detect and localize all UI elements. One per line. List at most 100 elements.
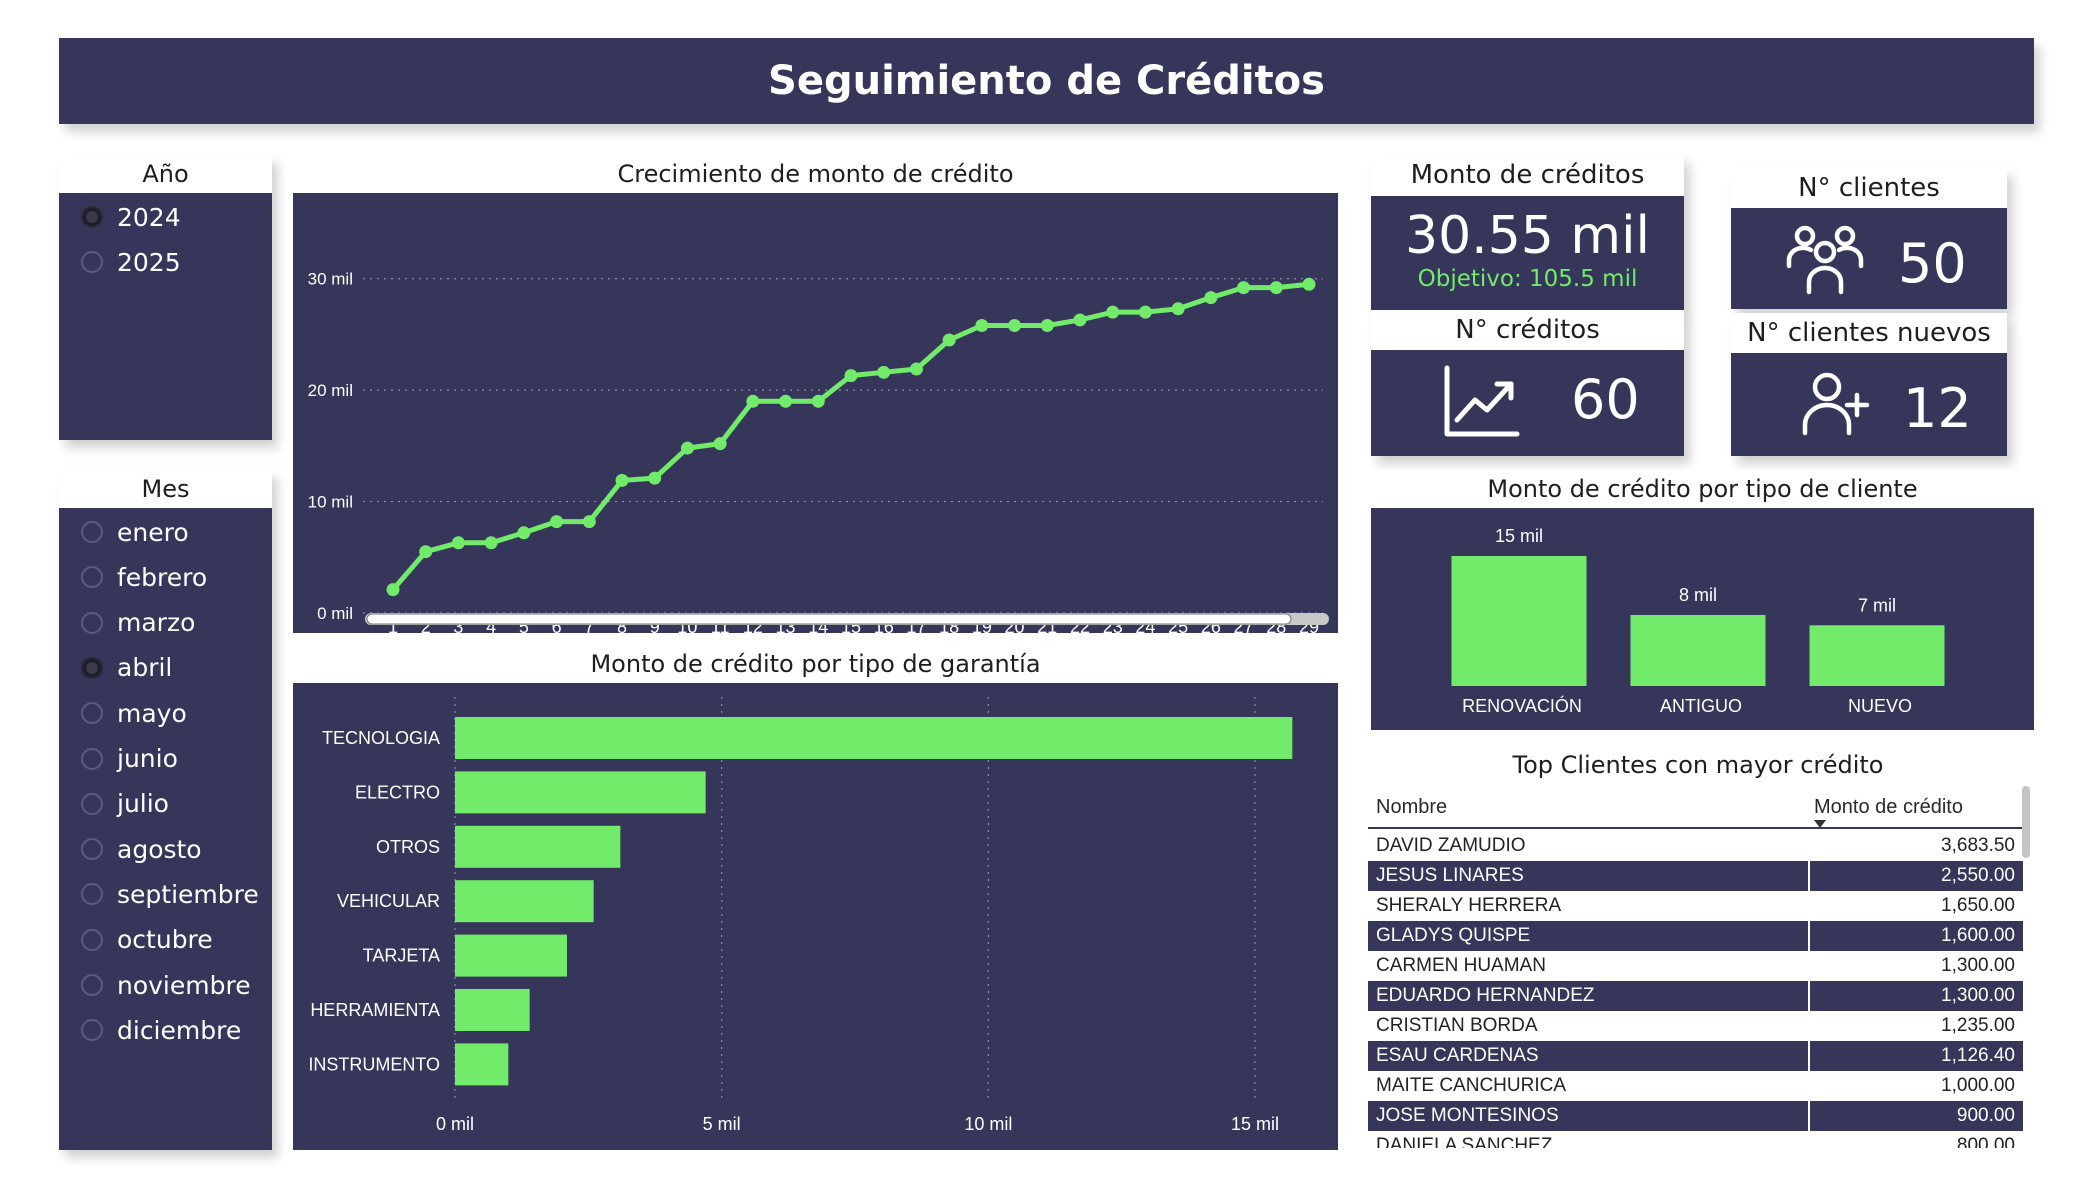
- bar[interactable]: [455, 880, 594, 923]
- table-row[interactable]: CARMEN HUAMAN 1,300.00: [1368, 951, 2023, 981]
- data-point[interactable]: [615, 473, 629, 487]
- radio-button[interactable]: [81, 792, 103, 815]
- kpi-nuevos-value: 12: [1903, 377, 1972, 440]
- table-row[interactable]: EDUARDO HERNANDEZ 1,300.00: [1368, 981, 2023, 1011]
- bar[interactable]: [455, 989, 530, 1031]
- data-point[interactable]: [451, 536, 465, 550]
- month-slicer-title: Mes: [59, 470, 272, 508]
- data-point[interactable]: [419, 545, 433, 559]
- client-name-cell: ESAU CARDENAS: [1376, 1045, 1539, 1066]
- data-point[interactable]: [1171, 302, 1185, 316]
- data-point[interactable]: [386, 583, 400, 597]
- bar[interactable]: [455, 825, 621, 868]
- data-point[interactable]: [517, 526, 531, 540]
- data-point[interactable]: [550, 515, 564, 529]
- month-option-marzo[interactable]: marzo: [81, 606, 195, 640]
- data-point[interactable]: [942, 333, 956, 347]
- year-option-2024[interactable]: 2024: [81, 200, 181, 234]
- radio-button[interactable]: [81, 928, 103, 951]
- radio-button[interactable]: [81, 566, 103, 589]
- table-row[interactable]: JESUS LINARES 2,550.00: [1368, 861, 2023, 891]
- data-point[interactable]: [1040, 319, 1054, 333]
- data-point[interactable]: [909, 362, 923, 376]
- table-row[interactable]: DANIELA SANCHEZ 800.00: [1368, 1131, 2023, 1148]
- table-row[interactable]: CRISTIAN BORDA 1,235.00: [1368, 1011, 2023, 1041]
- credit-amount-cell: 800.00: [1808, 1131, 2023, 1148]
- month-option-junio[interactable]: junio: [81, 742, 178, 776]
- month-option-septiembre[interactable]: septiembre: [81, 877, 259, 911]
- radio-button[interactable]: [81, 656, 103, 679]
- radio-button[interactable]: [81, 521, 103, 543]
- radio-button[interactable]: [81, 747, 103, 770]
- table-row[interactable]: MAITE CANCHURICA 1,000.00: [1368, 1071, 2023, 1101]
- client-name-cell: SHERALY HERRERA: [1376, 895, 1562, 916]
- table-row[interactable]: ESAU CARDENAS 1,126.40: [1368, 1041, 2023, 1071]
- bar[interactable]: [1451, 556, 1587, 686]
- column-header-amount[interactable]: Monto de crédito: [1814, 796, 1963, 819]
- data-point[interactable]: [746, 394, 760, 408]
- bar[interactable]: [1630, 615, 1766, 686]
- data-point[interactable]: [1302, 277, 1316, 291]
- month-option-agosto[interactable]: agosto: [81, 832, 202, 866]
- data-point[interactable]: [811, 394, 825, 408]
- month-option-noviembre[interactable]: noviembre: [81, 968, 251, 1002]
- data-point[interactable]: [1008, 319, 1022, 333]
- month-option-label: mayo: [117, 698, 187, 728]
- data-point[interactable]: [779, 394, 793, 408]
- table-title: Top Clientes con mayor crédito: [1512, 751, 1884, 779]
- client-name-cell: CRISTIAN BORDA: [1376, 1015, 1538, 1036]
- data-point[interactable]: [680, 441, 694, 455]
- month-option-mayo[interactable]: mayo: [81, 696, 187, 730]
- y-tick-label: 30 mil: [308, 270, 353, 289]
- data-point[interactable]: [877, 365, 891, 379]
- data-point[interactable]: [484, 536, 498, 550]
- data-point[interactable]: [844, 369, 858, 383]
- month-option-enero[interactable]: enero: [81, 515, 189, 549]
- radio-button[interactable]: [81, 702, 103, 725]
- radio-button[interactable]: [81, 206, 103, 228]
- radio-button[interactable]: [81, 611, 103, 634]
- credit-amount-cell: 3,683.50: [1808, 831, 2023, 861]
- table-row[interactable]: SHERALY HERRERA 1,650.00: [1368, 891, 2023, 921]
- radio-button[interactable]: [81, 251, 103, 273]
- bar[interactable]: [455, 934, 567, 977]
- radio-button[interactable]: [81, 883, 103, 906]
- credit-amount-cell: 1,126.40: [1808, 1041, 2023, 1071]
- data-point[interactable]: [1204, 291, 1218, 305]
- data-point[interactable]: [648, 471, 662, 485]
- radio-button[interactable]: [81, 974, 103, 996]
- credit-amount-cell: 1,000.00: [1808, 1071, 2023, 1101]
- table-scrollbar[interactable]: [2022, 786, 2030, 858]
- month-option-febrero[interactable]: febrero: [81, 560, 207, 594]
- column-header-name[interactable]: Nombre: [1376, 796, 1447, 819]
- data-point[interactable]: [713, 437, 727, 451]
- data-point[interactable]: [1138, 305, 1152, 319]
- month-option-julio[interactable]: julio: [81, 787, 169, 821]
- data-point[interactable]: [975, 319, 989, 333]
- radio-button[interactable]: [81, 1019, 103, 1042]
- year-option-2025[interactable]: 2025: [81, 245, 181, 279]
- data-point[interactable]: [1073, 313, 1087, 327]
- bar[interactable]: [1809, 625, 1945, 686]
- bar[interactable]: [455, 717, 1293, 759]
- table-row[interactable]: JOSE MONTESINOS 900.00: [1368, 1101, 2023, 1131]
- chart-scrollbar-thumb[interactable]: [366, 613, 1292, 625]
- data-point[interactable]: [582, 515, 596, 529]
- kpi-creditos-value: 60: [1571, 368, 1640, 431]
- data-point[interactable]: [1237, 281, 1251, 295]
- data-point[interactable]: [1106, 305, 1120, 319]
- category-label: TECNOLOGIA: [322, 728, 440, 748]
- kpi-monto-value: 30.55 mil: [1405, 206, 1650, 266]
- table-row[interactable]: GLADYS QUISPE 1,600.00: [1368, 921, 2023, 951]
- data-point[interactable]: [1269, 281, 1283, 295]
- bar[interactable]: [455, 771, 706, 814]
- month-option-diciembre[interactable]: diciembre: [81, 1013, 241, 1047]
- month-option-octubre[interactable]: octubre: [81, 923, 213, 957]
- month-option-abril[interactable]: abril: [81, 651, 172, 685]
- credit-amount-cell: 1,300.00: [1808, 981, 2023, 1011]
- category-label: ANTIGUO: [1660, 696, 1742, 716]
- guarantee-bar-chart: 0 mil 5 mil 10 mil 15 mil TECNOLOGIA ELECTRO O…: [308, 697, 1293, 1134]
- table-row[interactable]: DAVID ZAMUDIO 3,683.50: [1368, 831, 2023, 861]
- bar[interactable]: [455, 1043, 509, 1086]
- radio-button[interactable]: [81, 838, 103, 861]
